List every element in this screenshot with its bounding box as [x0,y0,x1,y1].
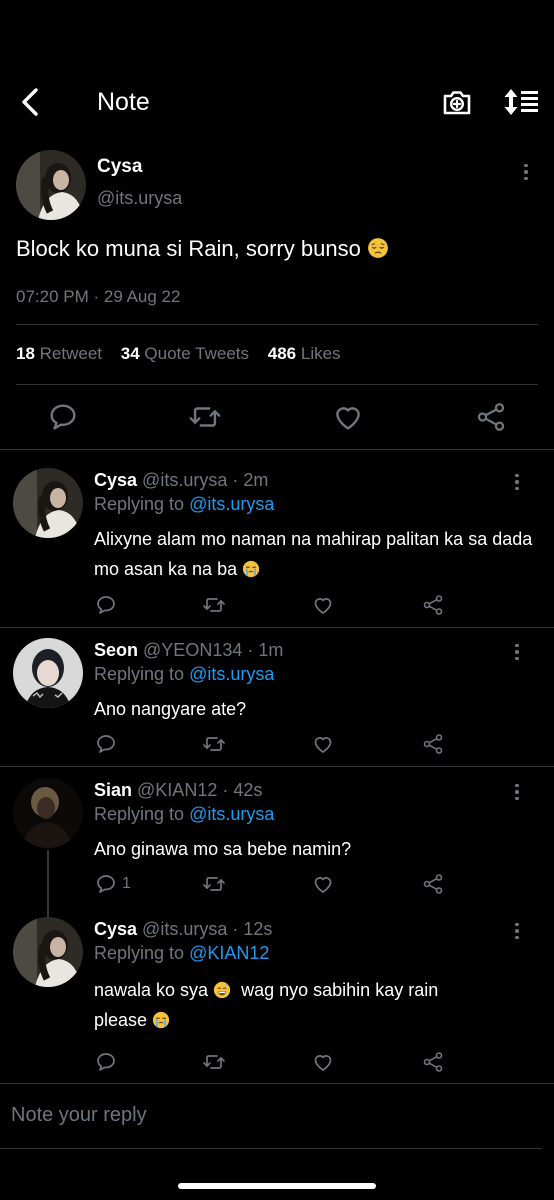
reply-count: 1 [122,875,131,892]
author-handle: @KIAN12 [137,780,218,800]
reply-time: 12s [243,919,273,939]
chevron-left-icon[interactable] [14,84,46,120]
grinning-sweat-face-icon [213,981,231,999]
reply-time: 2m [243,470,269,490]
author-name: Cysa [94,919,138,939]
more-vertical-icon[interactable] [507,917,527,945]
sort-icon[interactable] [502,84,542,120]
loudly-crying-face-icon [152,1011,170,1029]
author-name: Cysa [97,156,143,177]
quote-stat[interactable]: 34 Quote Tweets [121,344,249,363]
replying-to: Replying to @its.urysa [94,494,275,514]
avatar[interactable] [13,917,83,987]
separator [0,627,554,628]
separator [0,766,554,767]
mention-link[interactable]: @its.urysa [189,494,274,514]
note-actions [0,400,554,434]
author-name: Sian [94,780,133,800]
reply-header: Seon @YEON134 · 1m [94,640,284,660]
comment-icon[interactable] [94,872,118,896]
author-handle: @its.urysa [142,470,228,490]
author-handle: @its.urysa [97,188,183,208]
likes-stat[interactable]: 486 Likes [268,344,341,363]
separator [0,449,554,450]
share-icon[interactable] [421,592,445,618]
retweet-stat[interactable]: 18 Retweet [16,344,102,363]
top-bar: Note [0,72,554,132]
heart-icon[interactable] [311,1049,335,1075]
comment-icon[interactable] [94,1049,118,1075]
mention-link[interactable]: @KIAN12 [189,943,269,963]
separator [16,384,538,385]
replying-to: Replying to @its.urysa [94,664,275,684]
more-vertical-icon[interactable] [516,158,536,186]
heart-icon[interactable] [311,731,335,757]
reply-input[interactable]: Note your reply [11,1104,147,1127]
mention-link[interactable]: @its.urysa [189,804,274,824]
comment-icon[interactable] [94,731,118,757]
share-icon[interactable] [421,731,445,757]
retweet-icon[interactable] [202,731,226,757]
replying-to: Replying to @its.urysa [94,804,275,824]
pensive-face-icon [367,237,389,259]
retweet-icon[interactable] [202,1049,226,1075]
retweet-icon[interactable] [202,592,226,618]
note-stats: 18 Retweet 34 Quote Tweets 486 Likes [16,344,355,364]
note-timestamp: 07:20 PM · 29 Aug 22 [16,287,181,306]
comment-icon[interactable] [46,400,80,434]
heart-icon[interactable] [311,592,335,618]
avatar[interactable] [16,150,86,220]
author-name: Cysa [94,470,138,490]
retweet-icon[interactable] [202,871,226,897]
separator [0,1148,542,1149]
more-vertical-icon[interactable] [507,778,527,806]
reply-header: Cysa @its.urysa · 12s [94,919,273,939]
reply-text: nawala ko sya wag nyo sabihin kay rain p… [94,980,439,1030]
mention-link[interactable]: @its.urysa [189,664,274,684]
reply-time: 42s [233,780,263,800]
heart-icon[interactable] [331,400,365,434]
loudly-crying-face-icon [242,560,260,578]
replying-to: Replying to @KIAN12 [94,943,270,963]
reply-time: 1m [258,640,284,660]
comment-button[interactable]: 1 [94,871,131,897]
heart-icon[interactable] [311,871,335,897]
avatar[interactable] [13,468,83,538]
reply-text: Alixyne alam mo naman na mahirap palitan… [94,529,533,579]
retweet-icon[interactable] [188,400,222,434]
author-handle: @its.urysa [142,919,228,939]
camera-plus-icon[interactable] [441,84,473,120]
more-vertical-icon[interactable] [507,638,527,666]
reply-actions [94,1049,454,1075]
page-title: Note [97,88,150,116]
more-vertical-icon[interactable] [507,468,527,496]
reply-header: Cysa @its.urysa · 2m [94,470,269,490]
share-icon[interactable] [421,871,445,897]
thread-connector [47,850,49,920]
reply-text: Ano nangyare ate? [94,699,247,719]
reply-actions [94,731,454,757]
comment-icon[interactable] [94,592,118,618]
home-indicator[interactable] [178,1183,376,1189]
avatar[interactable] [13,638,83,708]
reply-header: Sian @KIAN12 · 42s [94,780,263,800]
reply-text: Ano ginawa mo sa bebe namin? [94,839,352,859]
separator [0,1083,554,1084]
share-icon[interactable] [421,1049,445,1075]
author-name: Seon [94,640,139,660]
reply-actions: 1 [94,871,454,897]
share-icon[interactable] [474,400,508,434]
separator [16,324,538,325]
avatar[interactable] [13,778,83,848]
author-handle: @YEON134 [143,640,243,660]
reply-actions [94,592,454,618]
note-text: Block ko muna si Rain, sorry bunso [16,236,389,262]
